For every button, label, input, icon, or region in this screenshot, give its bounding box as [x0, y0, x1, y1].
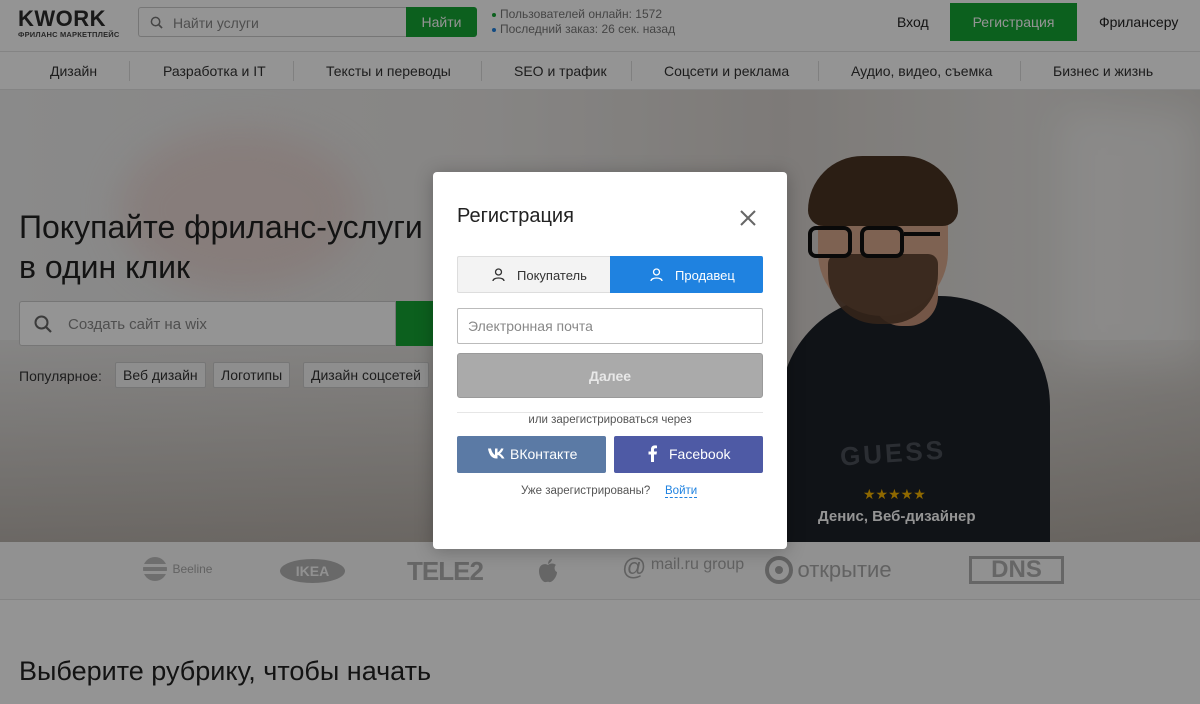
vk-icon: [488, 446, 506, 462]
modal-title: Регистрация: [457, 205, 574, 227]
registration-modal: Регистрация Покупатель Продавец Далее ил…: [433, 172, 787, 549]
already-registered-text: Уже зарегистрированы?: [521, 485, 651, 497]
email-input[interactable]: [468, 317, 753, 335]
tab-seller[interactable]: Продавец: [610, 256, 763, 293]
tab-seller-label: Продавец: [675, 268, 735, 283]
vk-login-button[interactable]: ВКонтакте: [457, 436, 606, 473]
divider-line: [457, 412, 763, 413]
tab-buyer-label: Покупатель: [517, 268, 587, 283]
facebook-icon: [648, 445, 657, 465]
facebook-login-button[interactable]: Facebook: [614, 436, 763, 473]
modal-login-link[interactable]: Войти: [665, 485, 698, 498]
close-icon[interactable]: [738, 208, 758, 228]
user-icon: [492, 268, 505, 282]
email-field: [457, 308, 763, 344]
user-icon: [650, 268, 663, 282]
next-button[interactable]: Далее: [457, 353, 763, 398]
vk-button-label: ВКонтакте: [510, 446, 578, 462]
divider-text: или зарегистрироваться через: [528, 414, 692, 426]
facebook-button-label: Facebook: [669, 446, 731, 462]
role-tabs: Покупатель Продавец: [457, 256, 763, 293]
tab-buyer[interactable]: Покупатель: [457, 256, 610, 293]
